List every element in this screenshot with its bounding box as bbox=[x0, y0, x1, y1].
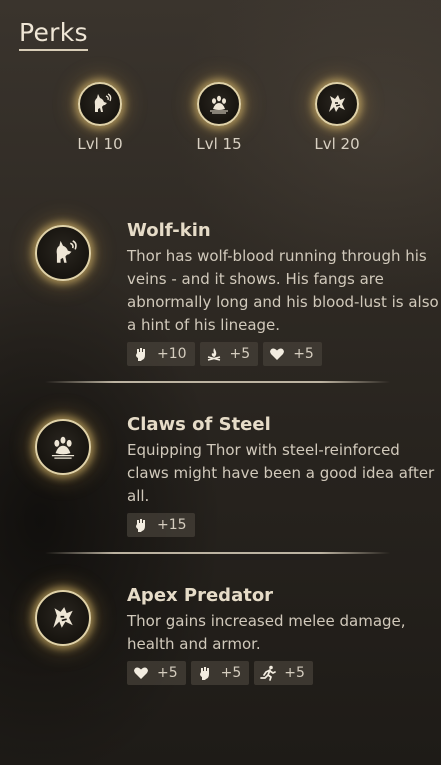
divider bbox=[45, 552, 390, 554]
perk-description: Thor has wolf-blood running through his … bbox=[127, 247, 439, 334]
stat-chip: +5 bbox=[127, 661, 186, 685]
perk-description: Thor gains increased melee damage, healt… bbox=[127, 612, 406, 653]
stat-value: +5 bbox=[293, 346, 314, 362]
level-badge-10[interactable]: Lvl 10 bbox=[40, 82, 160, 153]
predator-beast-icon bbox=[35, 590, 91, 646]
level-label: Lvl 15 bbox=[196, 135, 242, 153]
paw-icon bbox=[197, 82, 241, 126]
predator-beast-icon bbox=[315, 82, 359, 126]
stat-value: +5 bbox=[157, 665, 178, 681]
level-label: Lvl 20 bbox=[314, 135, 360, 153]
stat-value: +5 bbox=[220, 665, 242, 681]
perk-stats: +5 +5 +5 bbox=[127, 661, 313, 685]
perk-description: Equipping Thor with steel-reinforced cla… bbox=[127, 441, 435, 505]
stat-chip: +10 bbox=[127, 342, 195, 366]
level-label: Lvl 10 bbox=[77, 135, 123, 153]
wolf-howl-icon bbox=[78, 82, 122, 126]
stat-chip: +15 bbox=[127, 513, 195, 537]
stat-value: +5 bbox=[284, 665, 305, 681]
fist-icon bbox=[136, 519, 145, 532]
perk-wolf-kin[interactable]: Wolf-kin Thor has wolf-blood running thr… bbox=[0, 220, 441, 370]
level-badge-20[interactable]: Lvl 20 bbox=[277, 82, 397, 153]
fist-icon bbox=[136, 348, 145, 361]
campfire-icon bbox=[207, 348, 220, 361]
stat-value: +15 bbox=[157, 517, 187, 533]
perk-claws-of-steel[interactable]: Claws of Steel Equipping Thor with steel… bbox=[0, 414, 441, 539]
stat-chip: +5 bbox=[190, 661, 250, 685]
perk-apex-predator[interactable]: Apex Predator Thor gains increased melee… bbox=[0, 585, 441, 695]
perk-name: Apex Predator bbox=[127, 585, 274, 606]
divider bbox=[45, 381, 390, 383]
perk-name: Claws of Steel bbox=[127, 414, 271, 435]
stat-value: +5 bbox=[229, 346, 251, 362]
level-badge-15[interactable]: Lvl 15 bbox=[159, 82, 279, 153]
page-title: Perks bbox=[19, 18, 88, 51]
perk-stats: +15 bbox=[127, 513, 195, 537]
paw-icon bbox=[35, 419, 91, 475]
stat-chip: +5 bbox=[254, 661, 313, 685]
fist-icon bbox=[199, 667, 209, 680]
stat-chip: +5 bbox=[263, 342, 322, 366]
wolf-howl-icon bbox=[35, 225, 91, 281]
heart-icon bbox=[270, 348, 285, 360]
perk-name: Wolf-kin bbox=[127, 220, 211, 241]
stat-chip: +5 bbox=[199, 342, 259, 366]
stat-value: +10 bbox=[157, 346, 187, 362]
perk-stats: +10 +5 +5 bbox=[127, 342, 322, 366]
running-icon bbox=[260, 665, 277, 681]
heart-icon bbox=[134, 667, 148, 679]
